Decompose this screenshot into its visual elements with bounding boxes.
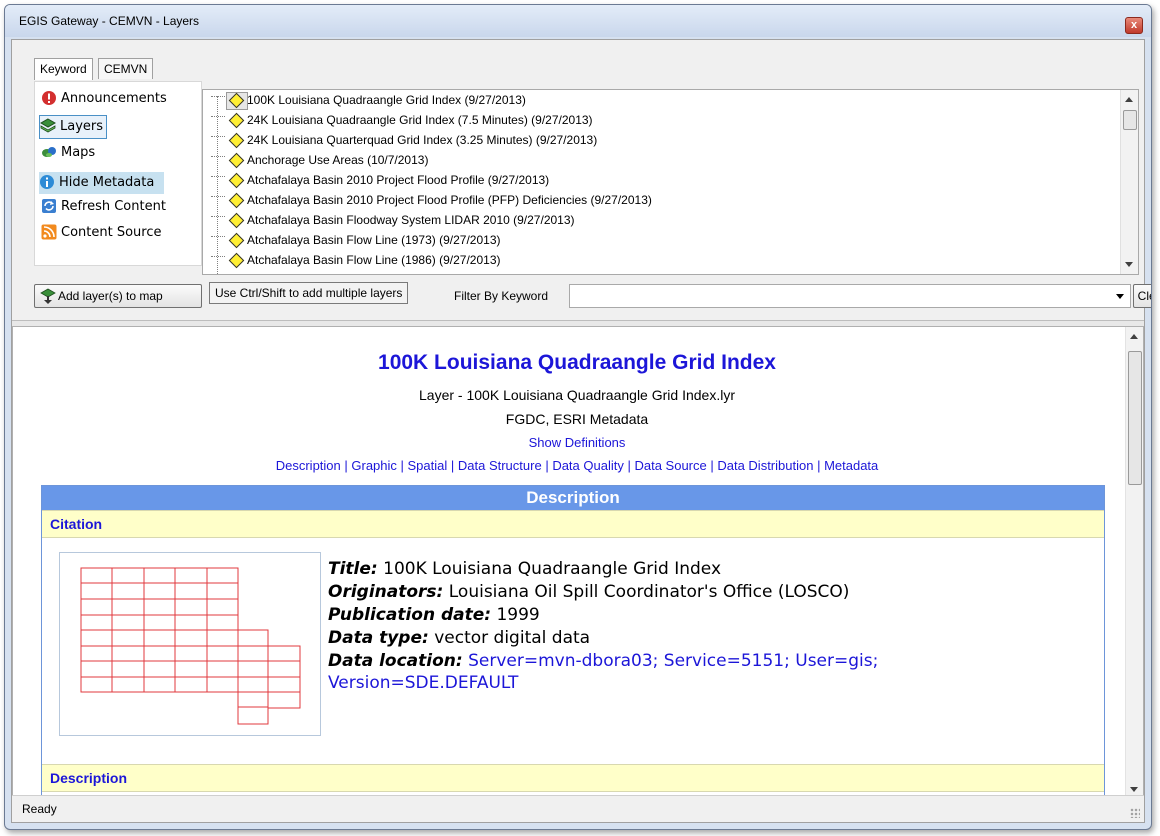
description-header: Description	[42, 486, 1104, 510]
layer-diamond-icon	[228, 192, 245, 209]
nav-item-hide-metadata[interactable]: Hide Metadata	[39, 172, 165, 194]
layer-item[interactable]: Atchafalaya Basin 2010 Project Flood Pro…	[211, 190, 652, 210]
side-nav: Announcements Layers Maps Hide Metadata	[34, 81, 202, 266]
nav-item-announcements[interactable]: Announcements	[41, 88, 167, 110]
add-layers-button[interactable]: Add layer(s) to map	[34, 284, 202, 308]
alert-icon	[41, 90, 57, 106]
metadata-format-line: FGDC, ESRI Metadata	[505, 411, 649, 427]
filter-keyword-combobox[interactable]	[569, 284, 1131, 308]
tab-cemvn[interactable]: CEMVN	[98, 58, 154, 79]
citation-datatype-row: Data type: vector digital data	[328, 628, 591, 648]
status-bar: Ready	[12, 795, 1144, 822]
scroll-down-icon[interactable]	[1125, 262, 1133, 267]
layer-tree[interactable]: 100K Louisiana Quadraangle Grid Index (9…	[202, 89, 1139, 275]
close-icon[interactable]: x	[1125, 17, 1143, 34]
scroll-thumb[interactable]	[1128, 351, 1142, 485]
description-sub-header: Description	[42, 764, 1104, 792]
nav-item-label: Hide Metadata	[59, 175, 155, 190]
nav-item-maps[interactable]: Maps	[41, 142, 95, 164]
title-bar[interactable]: EGIS Gateway - CEMVN - Layers x	[5, 5, 1151, 37]
citation-body: Title: 100K Louisiana Quadraangle Grid I…	[42, 538, 1104, 764]
layers-icon	[39, 117, 57, 134]
section-link-description[interactable]: Description	[276, 458, 341, 473]
scroll-thumb[interactable]	[1123, 110, 1137, 130]
layer-item[interactable]: 24K Louisiana Quadraangle Grid Index (7.…	[211, 110, 593, 130]
nav-item-refresh-content[interactable]: Refresh Content	[41, 196, 166, 218]
nav-item-content-source[interactable]: Content Source	[41, 222, 161, 244]
data-location-link[interactable]: Server=mvn-dbora03; Service=5151; User=g…	[468, 651, 878, 671]
nav-item-label: Maps	[61, 145, 96, 160]
scroll-up-icon[interactable]	[1130, 334, 1138, 339]
section-link-spatial[interactable]: Spatial	[408, 458, 448, 473]
data-location-link-2[interactable]: Version=SDE.DEFAULT	[328, 673, 518, 693]
grid-index-graphic	[80, 567, 301, 725]
nav-item-label: Layers	[60, 119, 104, 134]
metadata-scrollbar[interactable]	[1125, 327, 1143, 799]
clear-button[interactable]: Clear	[1133, 284, 1151, 308]
layer-diamond-icon	[228, 232, 245, 249]
section-link-data-distribution[interactable]: Data Distribution	[717, 458, 813, 473]
layer-item[interactable]: Anchorage Use Areas (10/7/2013)	[211, 150, 428, 170]
layer-diamond-icon	[228, 172, 245, 189]
chevron-down-icon[interactable]	[1116, 294, 1124, 299]
layer-item[interactable]: 24K Louisiana Quarterquad Grid Index (3.…	[211, 130, 597, 150]
layer-diamond-icon	[228, 112, 245, 129]
layer-item[interactable]: Atchafalaya Basin Flow Line (1973) (9/27…	[211, 230, 500, 250]
citation-location-row: Data location: Server=mvn-dbora03; Servi…	[328, 651, 879, 671]
layer-diamond-icon	[228, 252, 245, 269]
layer-file-line: Layer - 100K Louisiana Quadraangle Grid …	[419, 387, 735, 403]
refresh-icon	[41, 198, 57, 214]
citation-title-row: Title: 100K Louisiana Quadraangle Grid I…	[328, 559, 722, 579]
info-icon	[39, 174, 55, 190]
section-link-graphic[interactable]: Graphic	[351, 458, 397, 473]
layer-item[interactable]: Atchafalaya Basin 2010 Project Flood Pro…	[211, 170, 549, 190]
add-layer-icon	[40, 288, 56, 304]
app-window: EGIS Gateway - CEMVN - Layers x Keyword …	[4, 4, 1152, 830]
layer-item[interactable]: 100K Louisiana Quadraangle Grid Index (9…	[211, 90, 526, 110]
nav-item-label: Content Source	[61, 225, 162, 240]
layer-toolbar: Add layer(s) to map Use Ctrl/Shift to ad…	[34, 280, 1151, 308]
nav-item-label: Announcements	[61, 91, 167, 106]
filter-label: Filter By Keyword	[454, 289, 549, 303]
section-links: Description | Graphic | Spatial | Data S…	[275, 458, 879, 473]
citation-pubdate-row: Publication date: 1999	[328, 605, 540, 625]
show-definitions-link[interactable]: Show Definitions	[13, 435, 1141, 450]
description-section: Description Citation Title: 100K Louisia…	[41, 485, 1105, 799]
multi-select-hint: Use Ctrl/Shift to add multiple layers	[209, 282, 409, 304]
layer-browser-panel: Keyword CEMVN Announcements Layers Maps …	[12, 40, 1151, 320]
resize-grip-icon[interactable]	[1130, 808, 1140, 818]
status-text: Ready	[22, 802, 57, 816]
metadata-title: 100K Louisiana Quadraangle Grid Index	[378, 351, 776, 374]
nav-item-label: Refresh Content	[61, 199, 166, 214]
tab-keyword[interactable]: Keyword	[34, 58, 93, 80]
layer-diamond-icon	[228, 92, 245, 109]
client-area: Keyword CEMVN Announcements Layers Maps …	[11, 39, 1151, 823]
section-link-data-structure[interactable]: Data Structure	[458, 458, 542, 473]
layer-item[interactable]: Atchafalaya Basin Flow Line (1986) (9/27…	[211, 250, 500, 270]
citation-originators-row: Originators: Louisiana Oil Spill Coordin…	[328, 582, 850, 602]
scroll-up-icon[interactable]	[1125, 97, 1133, 102]
layer-diamond-icon	[228, 152, 245, 169]
citation-location-row-2: Version=SDE.DEFAULT	[328, 673, 878, 693]
citation-details: Title: 100K Louisiana Quadraangle Grid I…	[328, 558, 878, 693]
layer-diamond-icon	[228, 132, 245, 149]
section-link-data-quality[interactable]: Data Quality	[552, 458, 624, 473]
metadata-viewer: 100K Louisiana Quadraangle Grid Index La…	[12, 326, 1144, 800]
citation-header: Citation	[42, 510, 1104, 538]
nav-item-layers[interactable]: Layers	[39, 115, 108, 139]
layer-item[interactable]: Atchafalaya Basin Floodway System LIDAR …	[211, 210, 575, 230]
section-link-data-source[interactable]: Data Source	[634, 458, 706, 473]
layer-diamond-icon	[228, 212, 245, 229]
rss-icon	[41, 224, 57, 240]
layer-list-scrollbar[interactable]	[1120, 90, 1138, 274]
scroll-down-icon[interactable]	[1130, 787, 1138, 792]
maps-icon	[41, 144, 57, 160]
section-link-metadata[interactable]: Metadata	[824, 458, 878, 473]
window-title: EGIS Gateway - CEMVN - Layers	[19, 14, 200, 28]
layer-thumbnail	[59, 552, 321, 736]
